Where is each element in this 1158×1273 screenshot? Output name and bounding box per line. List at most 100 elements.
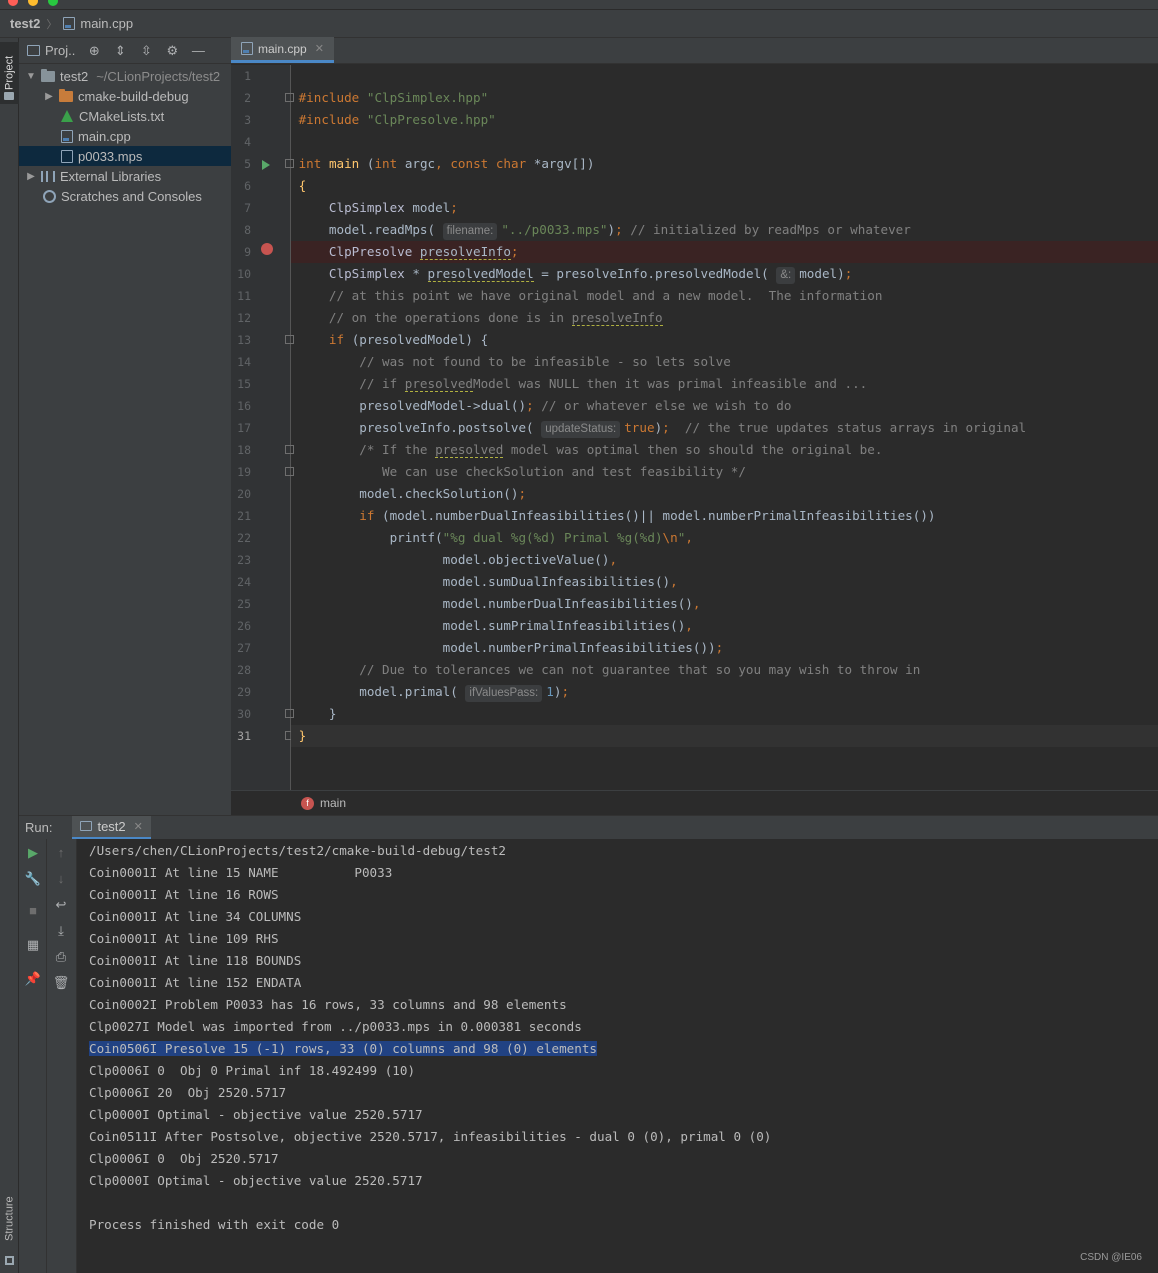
project-tool-tab-label: Project	[3, 55, 16, 91]
close-tab-icon[interactable]: ✕	[315, 42, 324, 55]
code-line: // if presolvedModel was NULL then it wa…	[359, 376, 868, 392]
code-editor: main.cpp ✕ 1 2 3 4 5 6 7 8 9 10 11 12 13 14 15 16 17 18 19…	[231, 37, 1158, 815]
breakpoint-icon[interactable]	[261, 243, 273, 255]
line-number: 14	[237, 355, 251, 369]
breadcrumb-function[interactable]: main	[320, 796, 346, 810]
line-number: 25	[237, 597, 251, 611]
code-line: We can use checkSolution and test feasib…	[382, 464, 746, 479]
code-line: // was not found to be infeasible - so l…	[359, 354, 731, 369]
tree-item-label: p0033.mps	[78, 148, 143, 164]
code-line: ClpSimplex model;	[328, 200, 458, 215]
code-breadcrumb[interactable]: f main	[231, 790, 1158, 815]
run-label: Run:	[25, 820, 53, 835]
trash-icon[interactable]: 🗑	[47, 975, 75, 991]
line-number: 13	[237, 333, 251, 347]
code-line: model.primal( ifValuesPass: 1);	[291, 681, 1158, 703]
folder-icon	[41, 68, 55, 82]
close-tab-icon[interactable]: ✕	[134, 820, 143, 833]
line-number: 18	[237, 443, 251, 457]
line-number: 28	[237, 663, 251, 677]
code-line: presolveInfo.postsolve( updateStatus: tru…	[291, 417, 1158, 439]
code-line: if (model.numberDualInfeasibilities()|| …	[359, 508, 936, 523]
tree-item-external-libraries[interactable]: ▶ External Libraries	[19, 166, 231, 186]
tab-main-cpp[interactable]: main.cpp ✕	[231, 37, 334, 63]
text-file-icon	[61, 149, 73, 163]
run-gutter-icon[interactable]	[262, 160, 270, 170]
project-panel: Proj.. ⊕ ⇕ ⇳ ⚙ — ▼ test2 ~/CLionProjects…	[19, 38, 231, 815]
title-bar	[0, 0, 1158, 10]
line-number: 5	[244, 157, 251, 171]
code-area[interactable]: #include "ClpSimplex.hpp" #include "ClpP…	[291, 65, 1158, 790]
chevron-right-icon[interactable]: ▶	[43, 91, 55, 102]
cpp-file-icon	[61, 129, 73, 143]
code-line: model.numberDualInfeasibilities(),	[442, 596, 701, 611]
console-line: Clp0000I Optimal - objective value 2520.…	[89, 1107, 423, 1122]
maximize-window-icon[interactable]	[48, 0, 58, 6]
tree-item-cmake-build-debug[interactable]: ▶ cmake-build-debug	[19, 86, 231, 106]
project-view-selector[interactable]: Proj..	[45, 43, 75, 58]
param-hint: filename:	[442, 223, 498, 240]
project-toolbar: Proj.. ⊕ ⇕ ⇳ ⚙ —	[19, 38, 231, 64]
line-number: 15	[237, 377, 251, 391]
tree-item-label: test2	[60, 68, 89, 84]
console-line: Coin0511I After Postsolve, objective 252…	[89, 1129, 772, 1144]
line-number: 10	[237, 267, 251, 281]
nav-project[interactable]: test2	[10, 16, 40, 31]
nav-file[interactable]: main.cpp	[80, 16, 133, 31]
code-line: // Due to tolerances we can not guarante…	[359, 662, 921, 677]
line-number: 19	[237, 465, 251, 479]
line-number: 30	[237, 707, 251, 721]
tab-label: main.cpp	[258, 41, 307, 56]
minimize-window-icon[interactable]	[28, 0, 38, 6]
code-line: model.numberPrimalInfeasibilities());	[442, 640, 724, 655]
gear-icon[interactable]: ⚙	[165, 43, 179, 58]
tree-item-label: Scratches and Consoles	[61, 188, 202, 204]
tree-item-label: cmake-build-debug	[78, 88, 189, 104]
wrench-icon[interactable]: 🔧	[19, 871, 47, 887]
code-line: model.sumDualInfeasibilities(),	[442, 574, 678, 589]
chevron-right-icon[interactable]: ▶	[25, 171, 37, 182]
soft-wrap-icon[interactable]: ↩	[47, 897, 75, 913]
collapse-all-icon[interactable]: ⇳	[139, 43, 153, 58]
left-tool-strip: Project Structure	[0, 38, 19, 1273]
code-line: #include "ClpSimplex.hpp"	[298, 90, 489, 105]
tree-item-scratches[interactable]: Scratches and Consoles	[19, 186, 231, 206]
console-line: Coin0001I At line 16 ROWS	[89, 887, 279, 902]
code-line: presolvedModel->dual(); // or whatever e…	[359, 398, 792, 413]
param-hint: ifValuesPass:	[465, 685, 543, 702]
structure-tool-tab[interactable]: Structure	[0, 1188, 19, 1250]
arrow-down-icon[interactable]: ↓	[47, 871, 75, 886]
rerun-icon[interactable]: ▶	[19, 845, 47, 861]
console-line: Coin0001I At line 109 RHS	[89, 931, 279, 946]
tree-item-main-cpp[interactable]: main.cpp	[19, 126, 231, 146]
code-line: #include "ClpPresolve.hpp"	[298, 112, 496, 127]
tree-item-path: ~/CLionProjects/test2	[96, 68, 221, 84]
line-number: 12	[237, 311, 251, 325]
stop-icon[interactable]: ■	[19, 903, 47, 918]
print-icon[interactable]: ⎙	[47, 949, 75, 965]
expand-all-icon[interactable]: ⇕	[113, 43, 127, 58]
tree-item-test2[interactable]: ▼ test2 ~/CLionProjects/test2	[19, 66, 231, 86]
run-console[interactable]: /Users/chen/CLionProjects/test2/cmake-bu…	[77, 839, 1158, 1273]
editor-gutter[interactable]: 1 2 3 4 5 6 7 8 9 10 11 12 13 14 15 16 17 18 19 20 21 22 23 24 2…	[231, 65, 294, 790]
library-icon	[41, 170, 55, 182]
line-number: 16	[237, 399, 251, 413]
close-window-icon[interactable]	[8, 0, 18, 6]
tree-item-p0033-mps[interactable]: p0033.mps	[19, 146, 231, 166]
code-line: model.readMps( filename: "../p0033.mps");…	[291, 219, 1158, 241]
tree-item-cmakelists[interactable]: CMakeLists.txt	[19, 106, 231, 126]
locate-icon[interactable]: ⊕	[87, 43, 101, 58]
layout-icon[interactable]: ▦	[19, 937, 47, 953]
arrow-up-icon[interactable]: ↑	[47, 845, 75, 860]
tree-item-label: External Libraries	[60, 168, 162, 184]
line-number: 17	[237, 421, 251, 435]
scroll-to-end-icon[interactable]: ⤓	[47, 923, 75, 939]
hide-icon[interactable]: —	[191, 43, 205, 58]
console-line: Clp0000I Optimal - objective value 2520.…	[89, 1173, 423, 1188]
pin-icon[interactable]: 📌	[19, 971, 47, 987]
chevron-down-icon[interactable]: ▼	[25, 71, 37, 82]
run-tab-test2[interactable]: test2 ✕	[72, 815, 151, 840]
tree-item-label: CMakeLists.txt	[79, 108, 165, 124]
line-number: 3	[244, 113, 251, 127]
